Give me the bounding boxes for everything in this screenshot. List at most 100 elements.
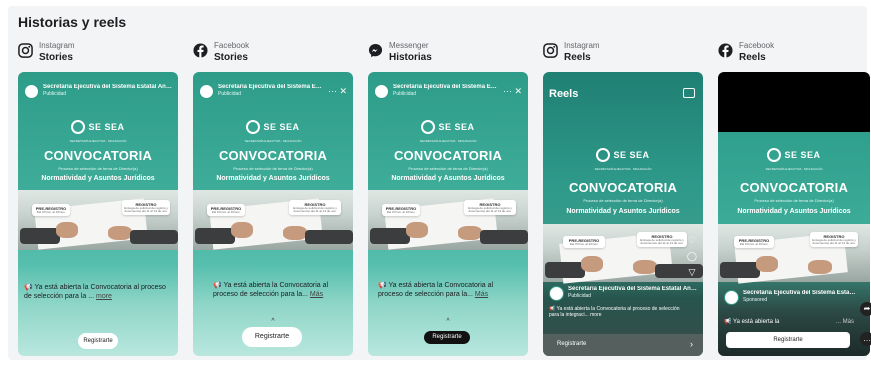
advertiser-name: Secretaría Ejecutiva del Sistema Estatal… xyxy=(218,84,325,90)
platform-name: Messenger xyxy=(389,41,429,50)
preregistro-tag: PRE-REGISTRO Del 07/nov. al 10/nov. xyxy=(207,204,245,216)
format-name: Historias xyxy=(389,52,432,63)
more-link[interactable]: more xyxy=(590,312,601,318)
cta-button[interactable]: Registrarte xyxy=(242,327,302,347)
platform-name: Facebook xyxy=(739,41,775,50)
ad-area: Normatividad y Asuntos Jurídicos xyxy=(41,175,155,182)
placement-instagram-stories[interactable]: Instagram Stories Secretaría Ejecutiva d… xyxy=(18,40,178,358)
logo-subtitle: SECRETARÍA EJECUTIVA · MICHOACÁN xyxy=(244,139,302,143)
logo-subtitle: SECRETARÍA EJECUTIVA · MICHOACÁN xyxy=(419,139,477,143)
logo-subtitle: SECRETARÍA EJECUTIVA · MICHOACÁN xyxy=(69,139,127,143)
advertiser-avatar xyxy=(24,83,39,99)
placement-facebook-reels[interactable]: Facebook Reels SE SEA SECRETARÍA EJECUTIV… xyxy=(718,40,871,358)
ad-area: Normatividad y Asuntos Jurídicos xyxy=(391,175,505,182)
sponsored-label: Sponsored xyxy=(743,297,768,303)
instagram-icon xyxy=(18,43,33,58)
chevron-right-icon: › xyxy=(690,339,693,349)
cta-button[interactable]: Registrarte xyxy=(424,331,470,344)
ad-subline: Proceso de selección de terna de Directo… xyxy=(233,166,313,171)
advertiser-avatar xyxy=(724,289,739,305)
ad-subline: Proceso de selección de terna de Directo… xyxy=(58,166,138,171)
ad-area: Normatividad y Asuntos Jurídicos xyxy=(216,175,330,182)
comment-icon: ◯ xyxy=(686,251,697,261)
ad-photo xyxy=(18,190,178,250)
platform-name: Facebook xyxy=(214,41,250,50)
ad-preview-card[interactable]: Reels SE SEA SECRETARÍA EJECUTIVA · MICHO… xyxy=(543,72,703,356)
ad-caption: 📢 Ya está abierta la ... Más xyxy=(724,318,854,327)
placement-messenger-historias[interactable]: Messenger Historias Secretaría Ejecutiva… xyxy=(368,40,528,358)
cta-button[interactable]: Registrarte xyxy=(726,332,850,348)
section-title: Historias y reels xyxy=(18,14,127,30)
format-name: Stories xyxy=(39,52,73,63)
ad-preview-card[interactable]: SE SEA SECRETARÍA EJECUTIVA · MICHOACÁN C… xyxy=(718,72,870,356)
registro-tag: REGISTRO Entrega de solicitud de registro… xyxy=(289,200,341,215)
ad-preview-card[interactable]: Secretaría Ejecutiva del Sistema Estatal… xyxy=(18,72,178,356)
facebook-icon xyxy=(718,43,733,58)
ad-preview-card[interactable]: Secretaría Ejecutiva del Sistema Estatal… xyxy=(193,72,353,356)
logo-subtitle: SECRETARÍA EJECUTIVA · MICHOACÁN xyxy=(594,167,652,171)
instagram-icon xyxy=(543,43,558,58)
ad-headline: CONVOCATORIA xyxy=(393,148,503,163)
ad-area: Normatividad y Asuntos Jurídicos xyxy=(566,208,680,215)
more-link[interactable]: more xyxy=(96,293,112,300)
more-and-close-icons[interactable]: ··· ✕ xyxy=(503,86,522,97)
reels-action-icons[interactable]: ♡ ◯ ▽ xyxy=(687,232,697,280)
advertiser-avatar xyxy=(199,83,214,99)
sesea-logo: SE SEA xyxy=(246,120,299,134)
ad-headline: CONVOCATORIA xyxy=(568,180,678,195)
logo-subtitle: SECRETARÍA EJECUTIVA · MICHOACÁN xyxy=(765,167,823,171)
sponsored-label: Publicidad xyxy=(568,293,592,299)
send-icon: ▽ xyxy=(688,267,696,277)
advertiser-name: Secretaría Ejecutiva del Sistema Estatal… xyxy=(743,290,856,296)
more-options-icon[interactable]: … xyxy=(860,332,871,346)
sesea-logo: SE SEA xyxy=(596,148,649,162)
ad-subline: Proceso de selección de terna de Directo… xyxy=(754,198,834,203)
chevron-up-icon: ^ xyxy=(446,318,450,325)
preregistro-tag: PRE-REGISTRO Del 07/nov. al 10/nov. xyxy=(563,236,605,248)
ad-caption: 📢 Ya está abierta la Convocatoria al pro… xyxy=(213,282,329,298)
registro-tag: REGISTRO Entrega de solicitud de registro… xyxy=(464,200,516,215)
ad-photo xyxy=(193,190,353,250)
more-and-close-icons[interactable]: ··· ✕ xyxy=(328,86,347,97)
platform-name: Instagram xyxy=(564,41,600,50)
more-link[interactable]: Más xyxy=(310,291,323,298)
sponsored-label: Publicidad xyxy=(393,91,417,97)
ad-caption: 📢 Ya está abierta la Convocatoria al pro… xyxy=(378,282,494,298)
ad-subline: Proceso de selección de terna de Directo… xyxy=(583,198,663,203)
sponsored-label: Publicidad xyxy=(218,91,242,97)
placement-header: Facebook Stories xyxy=(193,40,249,64)
placement-facebook-stories[interactable]: Facebook Stories Secretaría Ejecutiva de… xyxy=(193,40,353,358)
more-link[interactable]: Más xyxy=(475,291,488,298)
ad-preview-card[interactable]: Secretaría Ejecutiva del Sistema Estatal… xyxy=(368,72,528,356)
sesea-logo: SE SEA xyxy=(767,148,820,162)
share-icon[interactable]: ➦ xyxy=(860,302,871,316)
ad-headline: CONVOCATORIA xyxy=(218,148,328,163)
ad-headline: CONVOCATORIA xyxy=(739,180,849,195)
more-link[interactable]: ... Más xyxy=(836,318,854,327)
ad-caption: 📢 Ya está abierta la Convocatoria al pro… xyxy=(549,306,680,318)
ad-photo xyxy=(368,190,528,250)
preregistro-tag: PRE-REGISTRO Del 07/nov. al 10/nov. xyxy=(382,204,420,216)
advertiser-avatar xyxy=(374,83,389,99)
camera-icon[interactable] xyxy=(683,88,695,98)
placement-header: Messenger Historias xyxy=(368,40,432,64)
reels-title: Reels xyxy=(549,88,579,100)
cta-button[interactable]: Registrarte xyxy=(557,341,586,347)
preregistro-tag: PRE-REGISTRO Del 07/nov. al 10/nov. xyxy=(734,236,774,248)
cta-bar[interactable]: Registrarte › xyxy=(543,334,703,356)
placement-header: Instagram Stories xyxy=(18,40,75,64)
registro-tag: REGISTRO Entrega de solicitud de registro… xyxy=(810,232,858,247)
placement-header: Instagram Reels xyxy=(543,40,600,64)
video-letterbox-top xyxy=(718,72,870,132)
advertiser-name: Secretaría Ejecutiva del Sistema Estatal… xyxy=(568,286,697,292)
format-name: Reels xyxy=(739,52,766,63)
placement-header: Facebook Reels xyxy=(718,40,774,64)
preregistro-tag: PRE-REGISTRO Del 07/nov. al 10/nov. xyxy=(32,204,70,216)
registro-tag: REGISTRO Entrega de solicitud de registro… xyxy=(637,232,687,247)
placement-instagram-reels[interactable]: Instagram Reels Reels SE SEA SECRETARÍA E… xyxy=(543,40,703,358)
ad-caption: 📢 Ya está abierta la Convocatoria al pro… xyxy=(24,284,166,300)
cta-button[interactable]: Registrarte xyxy=(78,333,118,349)
registro-tag: REGISTRO Entrega de solicitud de registro… xyxy=(122,200,170,215)
chevron-up-icon: ^ xyxy=(271,318,275,325)
ad-headline: CONVOCATORIA xyxy=(43,148,153,163)
